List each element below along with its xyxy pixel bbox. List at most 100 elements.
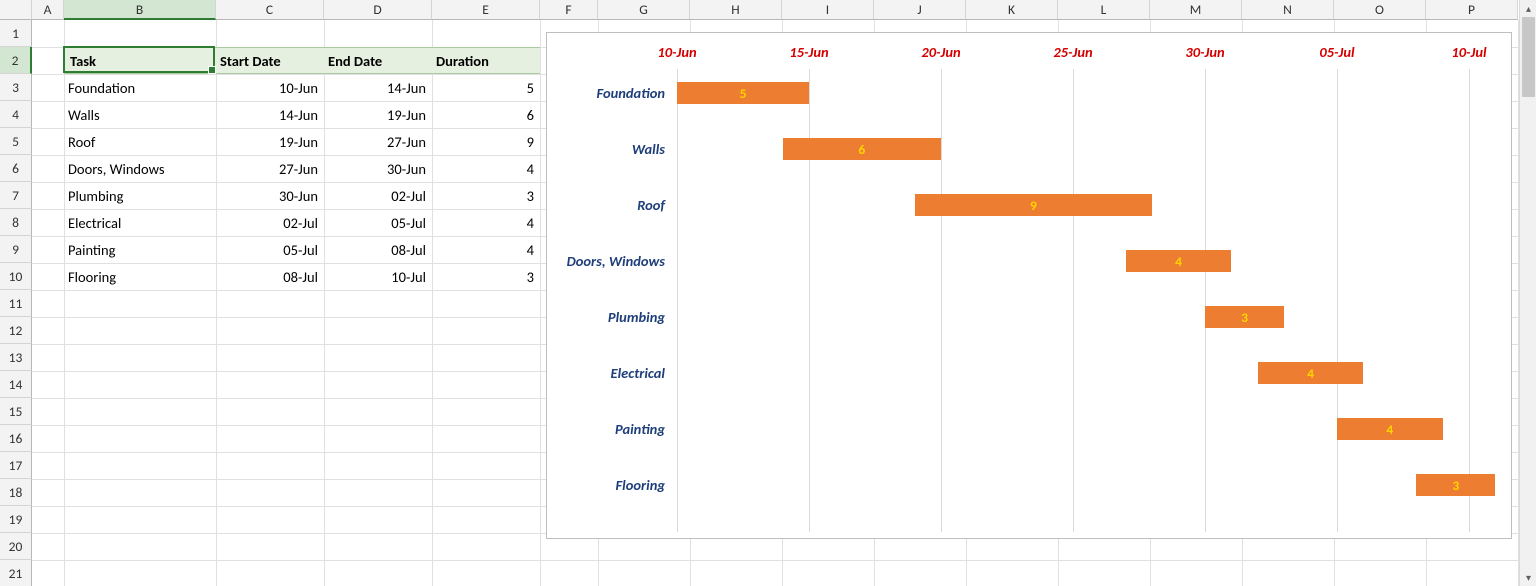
gantt-chart[interactable]: 10-Jun15-Jun20-Jun25-Jun30-Jun05-Jul10-J… [546,32,1512,539]
column-header[interactable]: F [540,0,598,20]
row-header[interactable]: 3 [0,74,32,101]
table-cell[interactable]: 14-Jun [216,101,324,128]
chart-x-tick-label: 10-Jun [657,43,696,61]
table-cell[interactable]: Plumbing [64,182,216,209]
table-cell[interactable]: Roof [64,128,216,155]
row-header[interactable]: 11 [0,290,32,317]
column-header[interactable]: H [690,0,782,20]
table-header-cell[interactable]: Task [64,47,216,74]
chart-bar[interactable]: 4 [1258,362,1364,384]
row-header[interactable]: 17 [0,452,32,479]
row-header[interactable]: 2 [0,47,32,74]
chart-bar[interactable]: 6 [783,138,941,160]
chart-gridline [1073,69,1074,532]
table-cell[interactable]: 6 [432,101,540,128]
table-cell[interactable]: 10-Jun [216,74,324,101]
caret-down-icon: ▾ [1526,571,1531,584]
row-header[interactable]: 9 [0,236,32,263]
table-cell[interactable]: 30-Jun [324,155,432,182]
scroll-thumb[interactable] [1522,17,1535,97]
table-cell[interactable]: 27-Jun [324,128,432,155]
chart-bar[interactable]: 4 [1337,418,1443,440]
cell-grid[interactable]: TaskStart DateEnd DateDuration Foundation… [32,20,1519,586]
table-cell[interactable]: 9 [432,128,540,155]
table-cell[interactable]: 27-Jun [216,155,324,182]
chart-gridline [1205,69,1206,532]
column-header[interactable]: P [1426,0,1518,20]
row-header[interactable]: 5 [0,128,32,155]
row-header[interactable]: 16 [0,425,32,452]
table-header-cell[interactable]: End Date [324,47,432,74]
chart-y-tick-label: Roof [547,196,665,214]
column-header[interactable]: L [1058,0,1150,20]
table-cell[interactable]: Flooring [64,263,216,290]
table-cell[interactable]: 3 [432,263,540,290]
vertical-scrollbar[interactable]: ▴ ▾ [1519,0,1536,586]
column-header[interactable]: N [1242,0,1334,20]
table-cell[interactable]: Electrical [64,209,216,236]
chart-bar[interactable]: 3 [1205,306,1284,328]
row-header[interactable]: 14 [0,371,32,398]
chart-bar[interactable]: 9 [915,194,1153,216]
table-cell[interactable]: 4 [432,236,540,263]
table-cell[interactable]: Doors, Windows [64,155,216,182]
row-header[interactable]: 15 [0,398,32,425]
table-cell[interactable]: 02-Jul [216,209,324,236]
table-cell[interactable]: 10-Jul [324,263,432,290]
table-cell[interactable]: 05-Jul [324,209,432,236]
table-cell[interactable]: Painting [64,236,216,263]
table-cell[interactable]: Foundation [64,74,216,101]
column-header[interactable]: I [782,0,874,20]
column-header[interactable]: A [32,0,64,20]
table-cell[interactable]: 30-Jun [216,182,324,209]
table-cell[interactable]: 4 [432,155,540,182]
scroll-up-button[interactable]: ▴ [1520,0,1536,17]
chart-bar[interactable]: 3 [1416,474,1495,496]
table-cell[interactable]: 05-Jul [216,236,324,263]
chart-x-tick-label: 05-Jul [1319,43,1354,61]
table-cell[interactable]: 08-Jul [216,263,324,290]
row-header[interactable]: 21 [0,560,32,586]
table-header-cell[interactable]: Duration [432,47,540,74]
table-header-cell[interactable]: Start Date [216,47,324,74]
row-header[interactable]: 19 [0,506,32,533]
table-cell[interactable]: 19-Jun [216,128,324,155]
table-cell[interactable]: Walls [64,101,216,128]
column-header[interactable]: J [874,0,966,20]
chart-x-tick-label: 15-Jun [789,43,828,61]
chart-x-tick-label: 20-Jun [921,43,960,61]
column-header[interactable]: K [966,0,1058,20]
row-header[interactable]: 4 [0,101,32,128]
column-header[interactable]: B [64,0,216,20]
table-cell[interactable]: 5 [432,74,540,101]
column-header[interactable]: C [216,0,324,20]
row-header[interactable]: 12 [0,317,32,344]
row-header[interactable]: 13 [0,344,32,371]
chart-gridline [1469,69,1470,532]
column-header[interactable]: E [432,0,540,20]
row-header[interactable]: 7 [0,182,32,209]
row-header[interactable]: 1 [0,20,32,47]
chart-bar[interactable]: 4 [1126,250,1232,272]
row-headers: 123456789101112131415161718192021 [0,20,32,586]
chart-y-tick-label: Flooring [547,476,665,494]
table-cell[interactable]: 4 [432,209,540,236]
row-header[interactable]: 20 [0,533,32,560]
chart-bar[interactable]: 5 [677,82,809,104]
table-cell[interactable]: 14-Jun [324,74,432,101]
row-header[interactable]: 10 [0,263,32,290]
scroll-down-button[interactable]: ▾ [1520,569,1536,586]
row-header[interactable]: 18 [0,479,32,506]
table-cell[interactable]: 02-Jul [324,182,432,209]
chart-x-tick-label: 25-Jun [1053,43,1092,61]
table-cell[interactable]: 08-Jul [324,236,432,263]
column-header[interactable]: O [1334,0,1426,20]
column-header[interactable]: D [324,0,432,20]
chart-y-tick-label: Electrical [547,364,665,382]
column-header[interactable]: G [598,0,690,20]
table-cell[interactable]: 19-Jun [324,101,432,128]
column-header[interactable]: M [1150,0,1242,20]
row-header[interactable]: 6 [0,155,32,182]
table-cell[interactable]: 3 [432,182,540,209]
row-header[interactable]: 8 [0,209,32,236]
